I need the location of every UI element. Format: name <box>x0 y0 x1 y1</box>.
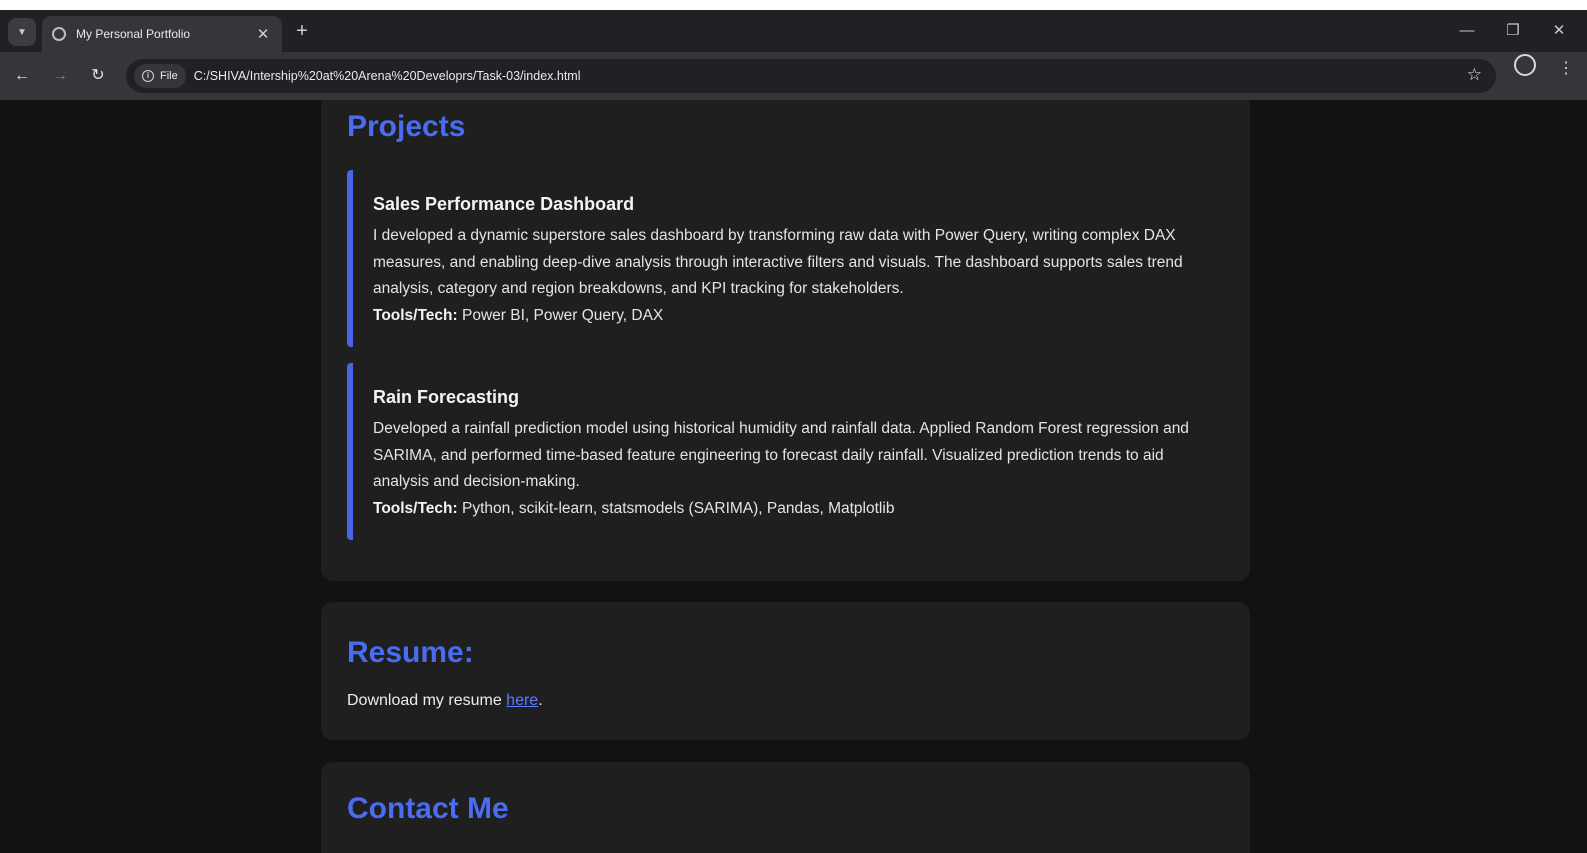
globe-icon <box>52 27 66 41</box>
tab-title: My Personal Portfolio <box>76 27 191 41</box>
project-title: Rain Forecasting <box>373 387 520 407</box>
close-icon[interactable]: ✕ <box>254 25 272 43</box>
profile-icon[interactable] <box>1514 54 1536 76</box>
tools-list: Python, scikit-learn, statsmodels (SARIM… <box>457 499 895 517</box>
address-bar[interactable]: i File C:/SHIVA/Intership%20at%20Arena%2… <box>126 59 1496 93</box>
minimize-icon[interactable]: — <box>1452 20 1482 42</box>
project-tools: Tools/Tech: Python, scikit-learn, statsm… <box>373 496 1217 523</box>
resume-suffix: . <box>538 692 543 709</box>
resume-section: Resume: Download my resume here. <box>321 602 1250 740</box>
contact-section: Contact Me <box>321 762 1250 853</box>
page-viewport: Projects Sales Performance Dashboard I d… <box>0 100 1587 853</box>
kebab-menu-icon[interactable]: ⋮ <box>1558 61 1574 77</box>
tab-search-icon[interactable]: ▼ <box>8 18 36 46</box>
resume-text: Download my resume here. <box>347 692 543 710</box>
tab-active[interactable]: My Personal Portfolio ✕ <box>42 16 282 52</box>
star-icon[interactable]: ☆ <box>1467 65 1482 85</box>
project-tools: Tools/Tech: Power BI, Power Query, DAX <box>373 303 1217 330</box>
resume-heading: Resume: <box>347 636 474 669</box>
back-icon[interactable]: ← <box>10 64 34 88</box>
plus-icon[interactable]: + <box>290 20 314 44</box>
projects-heading: Projects <box>347 110 466 143</box>
window-close-icon[interactable]: ✕ <box>1544 20 1574 42</box>
url-text[interactable]: C:/SHIVA/Intership%20at%20Arena%20Develo… <box>194 69 581 83</box>
contact-heading: Contact Me <box>347 792 509 825</box>
forward-icon[interactable]: → <box>48 64 72 88</box>
site-info-chip[interactable]: i File <box>134 64 186 88</box>
project-description: I developed a dynamic superstore sales d… <box>373 227 1183 297</box>
browser-chrome: ▼ My Personal Portfolio ✕ + — ❐ ✕ ← → ↻ … <box>0 10 1587 100</box>
tools-label: Tools/Tech: <box>373 306 458 324</box>
tab-strip: ▼ My Personal Portfolio ✕ + — ❐ ✕ <box>0 10 1587 52</box>
tools-list: Power BI, Power Query, DAX <box>457 306 664 324</box>
project-card: Sales Performance Dashboard I developed … <box>347 170 1217 347</box>
reload-icon[interactable]: ↻ <box>86 64 110 88</box>
tools-label: Tools/Tech: <box>373 499 458 517</box>
resume-prefix: Download my resume <box>347 692 507 709</box>
navigation-toolbar: ← → ↻ i File C:/SHIVA/Intership%20at%20A… <box>0 52 1587 100</box>
project-description: Developed a rainfall prediction model us… <box>373 420 1189 490</box>
resume-download-link[interactable]: here <box>506 692 538 709</box>
info-icon: i <box>142 70 154 82</box>
project-title: Sales Performance Dashboard <box>373 194 635 214</box>
restore-icon[interactable]: ❐ <box>1498 20 1528 42</box>
projects-section: Projects Sales Performance Dashboard I d… <box>321 100 1250 581</box>
scheme-label: File <box>160 70 178 82</box>
project-card: Rain Forecasting Developed a rainfall pr… <box>347 363 1217 540</box>
